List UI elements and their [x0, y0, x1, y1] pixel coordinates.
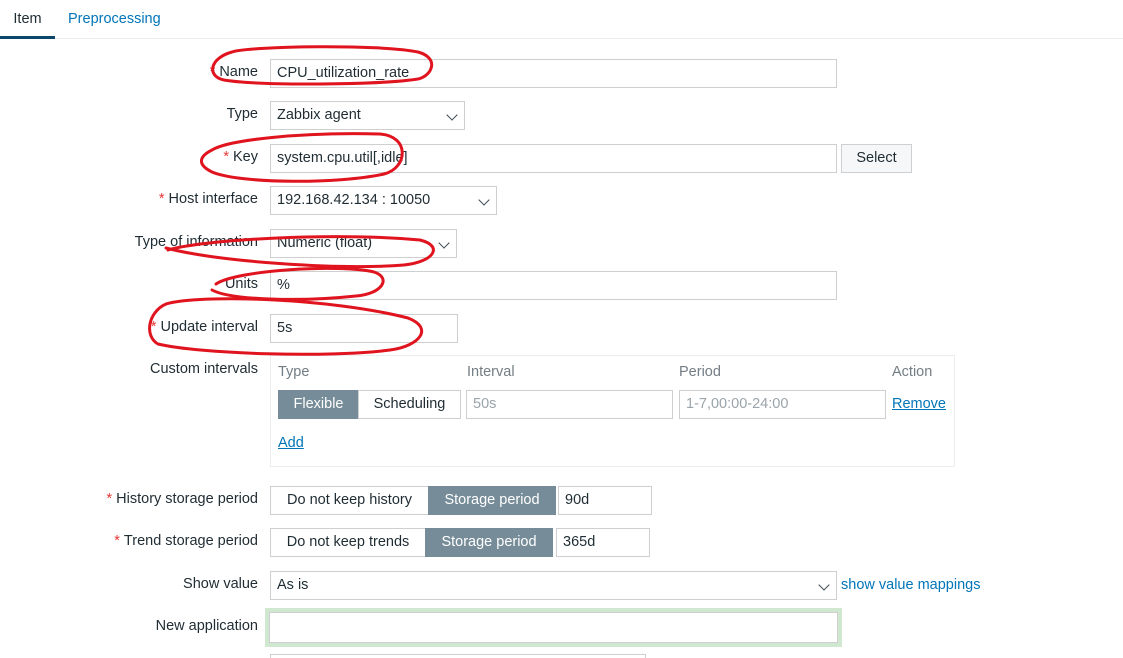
trend-storage-period-toggle[interactable]: Storage period	[425, 528, 553, 557]
units-label: Units	[224, 276, 258, 292]
show-value-select[interactable]: As is	[270, 571, 837, 600]
type-select[interactable]: Zabbix agent	[270, 101, 465, 130]
type-select-value: Zabbix agent	[277, 107, 361, 123]
type-of-information-label: Type of information	[134, 234, 258, 250]
show-value-value: As is	[277, 577, 309, 593]
custom-intervals-col-type: Type	[278, 364, 310, 380]
chevron-down-icon	[446, 109, 458, 121]
item-form-page: Item Preprocessing Name CPU_utilization_…	[0, 0, 1123, 658]
custom-intervals-col-interval: Interval	[467, 364, 515, 380]
custom-intervals-col-action: Action	[892, 364, 933, 380]
name-input[interactable]: CPU_utilization_rate	[270, 59, 837, 88]
show-value-label: Show value	[183, 576, 258, 592]
key-input[interactable]: system.cpu.util[,idle]	[270, 144, 837, 173]
history-storage-label: History storage period	[107, 491, 258, 507]
do-not-keep-history-toggle[interactable]: Do not keep history	[270, 486, 429, 515]
history-period-input[interactable]: 90d	[558, 486, 652, 515]
scheduling-toggle[interactable]: Scheduling	[358, 390, 461, 419]
next-row-field-partial	[270, 654, 646, 658]
remove-interval-link[interactable]: Remove	[892, 396, 946, 412]
type-of-information-select[interactable]: Numeric (float)	[270, 229, 457, 258]
chevron-down-icon	[478, 194, 490, 206]
history-storage-period-toggle[interactable]: Storage period	[428, 486, 556, 515]
update-interval-label: Update interval	[151, 319, 258, 335]
show-value-mappings-link[interactable]: show value mappings	[841, 577, 980, 593]
type-of-information-value: Numeric (float)	[277, 235, 373, 251]
chevron-down-icon	[438, 237, 450, 249]
host-interface-label: Host interface	[159, 191, 258, 207]
new-application-input[interactable]	[269, 612, 838, 643]
chevron-down-icon	[818, 579, 830, 591]
custom-intervals-label: Custom intervals	[150, 361, 258, 377]
type-label: Type	[226, 106, 258, 122]
key-label: Key	[223, 149, 258, 165]
units-input[interactable]: %	[270, 271, 837, 300]
trend-period-input[interactable]: 365d	[556, 528, 650, 557]
add-interval-link[interactable]: Add	[278, 435, 304, 451]
key-select-button[interactable]: Select	[841, 144, 912, 173]
custom-intervals-col-period: Period	[679, 364, 721, 380]
trend-storage-label: Trend storage period	[114, 533, 258, 549]
host-interface-select[interactable]: 192.168.42.134 : 10050	[270, 186, 497, 215]
interval-input[interactable]: 50s	[466, 390, 673, 419]
update-interval-input[interactable]: 5s	[270, 314, 458, 343]
flexible-toggle[interactable]: Flexible	[278, 390, 359, 419]
host-interface-value: 192.168.42.134 : 10050	[277, 192, 431, 208]
tab-bar: Item Preprocessing	[0, 0, 1123, 39]
name-label: Name	[210, 64, 258, 80]
tab-preprocessing[interactable]: Preprocessing	[68, 0, 161, 39]
do-not-keep-trends-toggle[interactable]: Do not keep trends	[270, 528, 426, 557]
period-input[interactable]: 1-7,00:00-24:00	[679, 390, 886, 419]
tab-item[interactable]: Item	[0, 0, 55, 39]
new-application-label: New application	[155, 618, 258, 634]
